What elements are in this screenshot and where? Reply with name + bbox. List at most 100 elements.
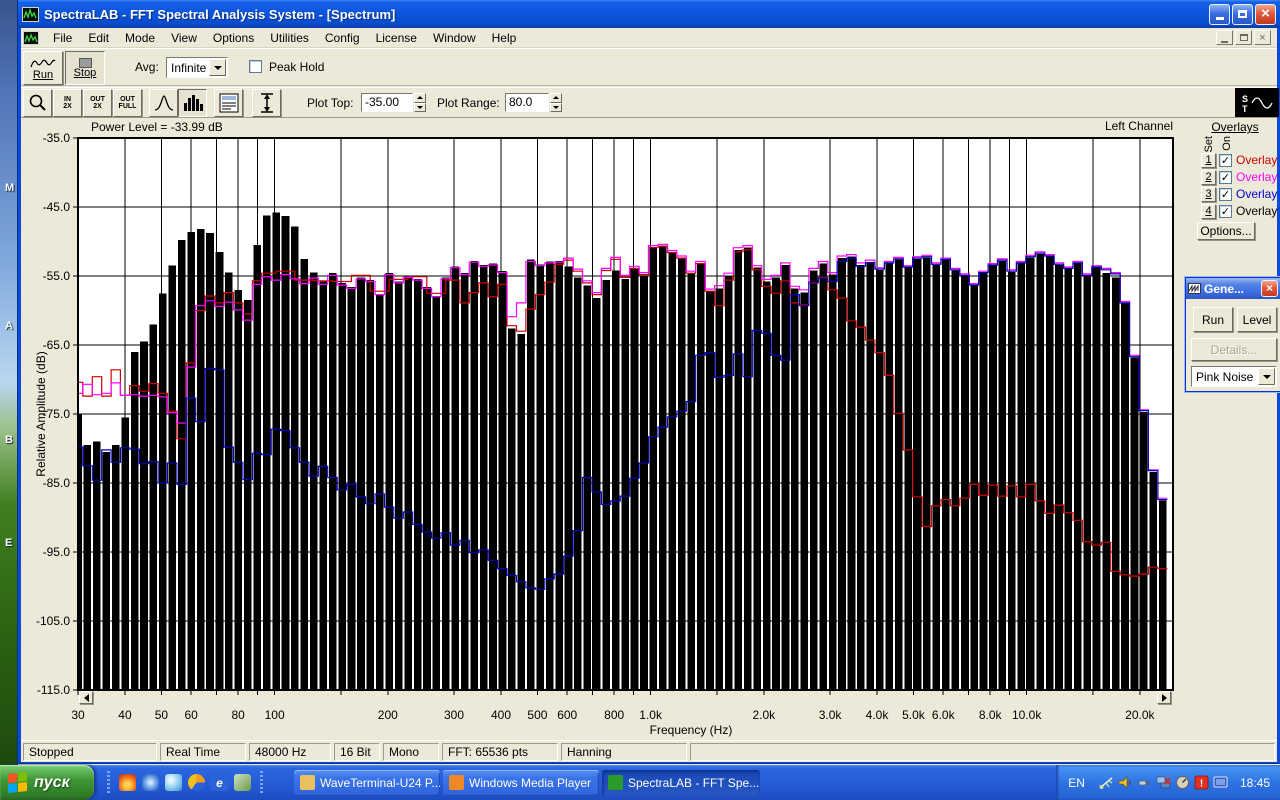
signal-generator-toolbar-button[interactable]: S T xyxy=(1235,88,1279,117)
display-icon[interactable] xyxy=(1213,775,1228,790)
avg-dropdown[interactable]: Infinite xyxy=(166,57,228,78)
media-player-icon[interactable] xyxy=(188,774,205,791)
taskbar-separator[interactable] xyxy=(260,770,263,795)
avg-label: Avg: xyxy=(135,60,159,74)
generator-title-bar[interactable]: Gene... × xyxy=(1186,278,1280,299)
task-button-0[interactable]: WaveTerminal-U24 P... xyxy=(294,769,440,796)
overlay-set-button-3[interactable]: 3 xyxy=(1201,186,1216,202)
y-scale-button[interactable] xyxy=(252,89,281,117)
window-title: SpectraLAB - FFT Spectral Analysis Syste… xyxy=(44,6,396,22)
zoom-tool-button[interactable] xyxy=(23,89,52,117)
task-button-1[interactable]: Windows Media Player xyxy=(443,769,599,796)
plot-range-field[interactable]: 80.0 xyxy=(505,93,549,112)
title-bar[interactable]: SpectraLAB - FFT Spectral Analysis Syste… xyxy=(18,0,1280,28)
overlay-options-button[interactable]: Options... xyxy=(1197,222,1255,240)
zoom-out-full-button[interactable]: OUT FULL xyxy=(113,89,142,117)
internet-explorer-icon[interactable]: e xyxy=(211,774,228,791)
start-button[interactable]: пуск xyxy=(0,765,94,800)
status-bar: Stopped Real Time 48000 Hz 16 Bit Mono FFT: 6… xyxy=(21,740,1277,762)
overlay-set-button-2[interactable]: 2 xyxy=(1201,169,1216,185)
generator-close-button[interactable]: × xyxy=(1261,280,1278,297)
on-column-label: On xyxy=(1221,136,1233,151)
msn-icon[interactable] xyxy=(234,774,251,791)
plot-top-field[interactable]: -35.00 xyxy=(361,93,413,112)
audio-knob-icon[interactable] xyxy=(1175,775,1190,790)
menu-item-config[interactable]: Config xyxy=(317,29,368,47)
menu-item-view[interactable]: View xyxy=(163,29,205,47)
svg-text:600: 600 xyxy=(557,708,577,722)
maximize-button[interactable] xyxy=(1232,3,1253,25)
generator-icon xyxy=(1188,283,1201,294)
fire-icon[interactable] xyxy=(119,774,136,791)
close-button[interactable]: × xyxy=(1255,3,1276,25)
overlay-row: 2✓ Overlay 1 xyxy=(1179,169,1280,185)
messenger-icon[interactable] xyxy=(165,774,182,791)
overlay-on-checkbox-1[interactable]: ✓ xyxy=(1219,153,1232,167)
desktop-strip[interactable]: M A B E xyxy=(0,0,18,765)
svg-text:-45.0: -45.0 xyxy=(43,200,71,214)
magnifier-icon xyxy=(29,94,46,111)
generator-run-button[interactable]: Run xyxy=(1193,307,1233,332)
overlay-set-button-4[interactable]: 4 xyxy=(1201,203,1216,219)
run-button[interactable]: Run xyxy=(23,51,63,85)
line-plot-button[interactable] xyxy=(149,89,178,117)
screen: M A B E SpectraLAB - FFT Spectral Analysis … xyxy=(0,0,1280,800)
overlay-on-checkbox-3[interactable]: ✓ xyxy=(1219,187,1232,201)
sine-wave-icon xyxy=(30,59,56,67)
svg-text:80: 80 xyxy=(231,708,245,722)
desktop-icon-label: A xyxy=(5,320,13,332)
menu-item-file[interactable]: File xyxy=(45,29,80,47)
generator-st-icon: S T xyxy=(1242,94,1273,114)
plug-icon[interactable] xyxy=(1137,775,1152,790)
overlay-on-checkbox-4[interactable]: ✓ xyxy=(1219,204,1232,218)
overlay-label: Overlay 3 xyxy=(1236,204,1280,218)
network-error-icon[interactable] xyxy=(1156,775,1171,790)
menu-item-edit[interactable]: Edit xyxy=(80,29,117,47)
overlay-on-checkbox-2[interactable]: ✓ xyxy=(1219,170,1232,184)
mdi-minimize-icon[interactable] xyxy=(1216,30,1233,45)
overlay-row: 3✓ Overlay 3 xyxy=(1179,186,1280,202)
volume-icon[interactable] xyxy=(1118,775,1133,790)
menu-item-license[interactable]: License xyxy=(368,29,425,47)
menu-item-options[interactable]: Options xyxy=(205,29,262,47)
generator-signal-dropdown[interactable]: Pink Noise xyxy=(1191,366,1277,387)
status-panel: FFT: 65536 pts xyxy=(442,743,558,761)
minimize-button[interactable] xyxy=(1209,3,1230,25)
taskbar-separator[interactable] xyxy=(107,770,110,795)
language-indicator[interactable]: EN xyxy=(1068,776,1085,790)
chevron-down-icon[interactable] xyxy=(209,59,226,76)
status-panel: 48000 Hz xyxy=(249,743,331,761)
clock: 18:45 xyxy=(1239,775,1270,790)
menu-item-window[interactable]: Window xyxy=(425,29,484,47)
menu-item-help[interactable]: Help xyxy=(484,29,525,47)
peak-hold-checkbox[interactable] xyxy=(249,60,262,73)
stop-button[interactable]: Stop xyxy=(65,51,105,85)
svg-text:-55.0: -55.0 xyxy=(43,269,71,283)
display-options-button[interactable] xyxy=(214,89,243,117)
overlay-set-button-1[interactable]: 1 xyxy=(1201,152,1216,168)
globe-icon[interactable] xyxy=(142,774,159,791)
zoom-out-2x-button[interactable]: OUT 2X xyxy=(83,89,112,117)
zoom-in-2x-button[interactable]: IN 2X xyxy=(53,89,82,117)
overlay-label: Overlay 2 xyxy=(1236,153,1280,167)
menu-item-utilities[interactable]: Utilities xyxy=(262,29,317,47)
task-button-2[interactable]: SpectraLAB - FFT Spe... xyxy=(602,769,760,796)
task-button-icon xyxy=(449,775,464,790)
overlays-panel: Overlays Set On 1✓Overlay 22✓Overlay 13✓… xyxy=(1179,120,1280,272)
generator-level-button[interactable]: Level xyxy=(1237,307,1277,332)
chevron-down-icon[interactable] xyxy=(1258,368,1275,385)
bar-plot-button[interactable] xyxy=(178,89,207,117)
stop-label: Stop xyxy=(73,66,97,79)
alert-icon[interactable]: ! xyxy=(1194,775,1209,790)
svg-text:6.0k: 6.0k xyxy=(932,708,956,722)
plot-top-spinner[interactable] xyxy=(414,93,426,112)
usb-icon[interactable] xyxy=(1099,775,1114,790)
mdi-restore-icon[interactable] xyxy=(1235,30,1252,45)
spectrum-plot[interactable]: 30 40 50 60 80 100 200 300 400 500 600 800 1.0k 2.0k 3… xyxy=(31,118,1185,740)
plot-range-spinner[interactable] xyxy=(550,93,562,112)
mdi-close-icon[interactable]: × xyxy=(1254,30,1271,45)
menu-item-mode[interactable]: Mode xyxy=(117,29,163,47)
scroll-left-button[interactable] xyxy=(79,691,93,704)
scroll-right-button[interactable] xyxy=(1157,691,1171,704)
status-panel: Mono xyxy=(383,743,439,761)
